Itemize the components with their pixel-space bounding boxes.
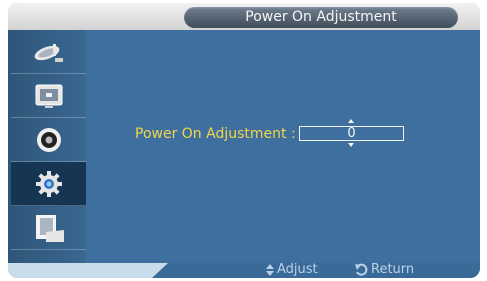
satellite-dish-icon [34,43,63,62]
osd-window: Power On Adjustment Power On Adjustment … [8,3,480,278]
up-down-arrow-icon [266,263,274,276]
return-button[interactable]: Return [354,262,414,277]
return-icon [355,263,368,276]
setting-label: Power On Adjustment : [135,126,296,142]
adjust-label: Adjust [277,262,318,277]
multi-screen-icon [35,214,64,242]
adjust-button[interactable]: Adjust [266,262,318,277]
sidebar-item-sound[interactable] [11,118,86,162]
menu-title: Power On Adjustment [184,7,458,28]
content-area: Power On Adjustment : 0 [86,30,480,263]
gear-icon [35,170,62,197]
increase-arrow-icon[interactable] [348,119,354,123]
decrease-arrow-icon[interactable] [348,143,354,147]
sidebar-item-setup[interactable] [11,162,86,206]
return-label: Return [371,262,415,277]
title-bar: Power On Adjustment [8,3,480,30]
speaker-icon [36,127,61,152]
sidebar-item-picture[interactable] [11,74,86,118]
sidebar-item-multi-control[interactable] [11,206,86,250]
sidebar [8,30,86,263]
picture-icon [35,84,62,108]
sidebar-item-input[interactable] [11,30,86,74]
value-field[interactable]: 0 [299,126,404,141]
